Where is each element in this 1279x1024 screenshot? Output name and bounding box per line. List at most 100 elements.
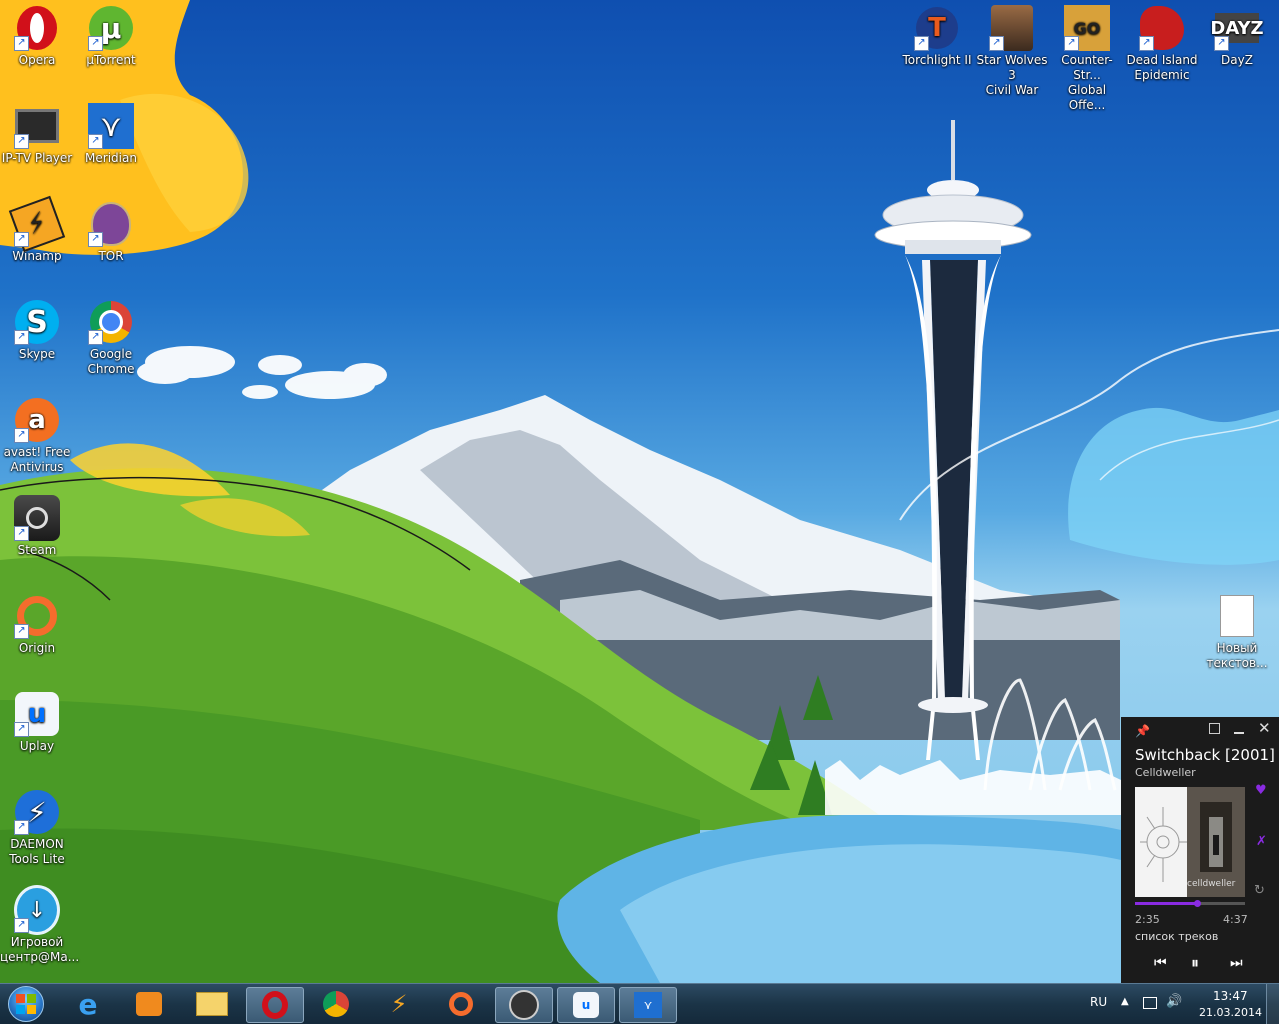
icon-opera[interactable]: ↗ Opera	[0, 5, 74, 68]
shortcut-arrow-icon: ↗	[14, 722, 29, 737]
icon-tor[interactable]: ↗ TOR	[74, 201, 148, 264]
shortcut-arrow-icon: ↗	[14, 526, 29, 541]
taskbar-button-origin[interactable]	[433, 987, 489, 1021]
icon-dead-island-image-icon: ↗	[1139, 5, 1185, 51]
icon-label: Dead Island Epidemic	[1126, 53, 1198, 82]
taskbar-button-winamp[interactable]: ⚡	[371, 987, 427, 1021]
icon-meridian[interactable]: ⋎ ↗ Meridian	[74, 103, 148, 166]
icon-new-text-image-icon	[1214, 593, 1260, 639]
icon-label: Star Wolves 3 Civil War	[976, 53, 1048, 97]
close-icon[interactable]: ✕	[1258, 719, 1271, 737]
network-icon[interactable]	[1143, 997, 1157, 1009]
shortcut-arrow-icon: ↗	[14, 820, 29, 835]
track-artist[interactable]: Celldweller	[1135, 766, 1196, 779]
track-title: Switchback [2001]	[1135, 746, 1275, 764]
chrome-icon	[323, 991, 349, 1017]
taskbar: e ⚡ u ⋎ RU ▲ 🔊 13:47 21.03.2014	[0, 983, 1279, 1024]
icon-uplay[interactable]: u ↗ Uplay	[0, 691, 74, 754]
icon-skype[interactable]: S ↗ Skype	[0, 299, 74, 362]
taskbar-button-uplay[interactable]: u	[557, 987, 615, 1023]
icon-label: µTorrent	[86, 53, 136, 67]
icon-opera-image-icon: ↗	[14, 5, 60, 51]
taskbar-button-steam[interactable]	[495, 987, 553, 1023]
icon-csgo[interactable]: GO ↗ Counter-Str... Global Offe...	[1050, 5, 1124, 113]
shortcut-arrow-icon: ↗	[1139, 36, 1154, 51]
desktop[interactable]: ↗ Opera µ ↗ µTorrent ↗ IP-TV Player ⋎ ↗ Meridian ⚡…	[0, 0, 1279, 983]
icon-utorrent-image-icon: µ ↗	[88, 5, 134, 51]
icon-label: Torchlight II	[902, 53, 972, 67]
origin-icon	[449, 992, 473, 1016]
icon-label: Opera	[18, 53, 56, 67]
ban-icon[interactable]: ✗	[1256, 834, 1267, 849]
shortcut-arrow-icon: ↗	[88, 232, 103, 247]
elapsed-time: 2:35	[1135, 913, 1160, 926]
icon-daemon-image-icon: ⚡ ↗	[14, 789, 60, 835]
icon-label: Origin	[18, 641, 56, 655]
icon-uplay-image-icon: u ↗	[14, 691, 60, 737]
progress-bar[interactable]	[1135, 900, 1245, 907]
shortcut-arrow-icon: ↗	[14, 428, 29, 443]
icon-avast[interactable]: a ↗ avast! Free Antivirus	[0, 397, 74, 475]
icon-new-text[interactable]: Новый текстов...	[1200, 593, 1274, 671]
shortcut-arrow-icon: ↗	[1064, 36, 1079, 51]
taskbar-button-meridian[interactable]: ⋎	[619, 987, 677, 1023]
icon-utorrent[interactable]: µ ↗ µTorrent	[74, 5, 148, 68]
shortcut-arrow-icon: ↗	[88, 330, 103, 345]
icon-star-wolves-image-icon: ↗	[989, 5, 1035, 51]
playlist-link[interactable]: список треков	[1135, 930, 1218, 943]
taskbar-button-opera[interactable]	[246, 987, 304, 1023]
icon-label: Meridian	[85, 151, 137, 165]
shortcut-arrow-icon: ↗	[14, 918, 29, 933]
icon-label: DayZ	[1221, 53, 1253, 67]
progress-fill	[1135, 902, 1197, 905]
shortcut-arrow-icon: ↗	[14, 232, 29, 247]
show-hidden-icons[interactable]: ▲	[1121, 996, 1129, 1007]
previous-icon[interactable]: ⏮	[1154, 955, 1167, 971]
album-art-text: celldweller	[1187, 879, 1236, 889]
clock-time[interactable]: 13:47	[1213, 989, 1248, 1003]
progress-knob[interactable]	[1193, 900, 1201, 907]
repeat-icon[interactable]: ↻	[1254, 883, 1265, 898]
icon-winamp[interactable]: ⚡ ↗ Winamp	[0, 195, 74, 264]
icon-dayz[interactable]: DAYZ ↗ DayZ	[1200, 5, 1274, 68]
show-desktop-button[interactable]	[1266, 984, 1279, 1024]
taskbar-button-internet-explorer[interactable]: e	[60, 987, 116, 1021]
taskbar-button-explorer-folder[interactable]	[184, 987, 240, 1021]
minimize-icon[interactable]	[1234, 732, 1244, 734]
icon-label: Uplay	[19, 739, 55, 753]
icon-skype-image-icon: S ↗	[14, 299, 60, 345]
icon-daemon[interactable]: ⚡ ↗ DAEMON Tools Lite	[0, 789, 74, 867]
icon-label: TOR	[98, 249, 124, 263]
icon-label: avast! Free Antivirus	[3, 445, 71, 474]
clock-date[interactable]: 21.03.2014	[1199, 1006, 1262, 1019]
icon-chrome[interactable]: ↗ Google Chrome	[74, 299, 148, 377]
icon-origin[interactable]: ↗ Origin	[0, 593, 74, 656]
icon-dead-island[interactable]: ↗ Dead Island Epidemic	[1125, 5, 1199, 83]
restore-icon[interactable]	[1209, 723, 1220, 734]
music-player-widget: 📌 ✕ Switchback [2001] Celldweller celldw…	[1121, 717, 1279, 983]
icon-dayz-image-icon: DAYZ ↗	[1210, 5, 1264, 51]
pin-icon[interactable]: 📌	[1135, 724, 1150, 738]
pause-icon[interactable]: ⏸	[1191, 953, 1199, 973]
icon-iptv[interactable]: ↗ IP-TV Player	[0, 103, 74, 166]
next-icon[interactable]: ⏭	[1230, 955, 1243, 971]
start-button[interactable]	[4, 984, 48, 1024]
taskbar-button-media-player[interactable]	[121, 987, 177, 1021]
love-icon[interactable]: ♥	[1255, 783, 1267, 798]
winamp-icon: ⚡	[390, 990, 408, 1018]
opera-icon	[262, 991, 288, 1019]
icon-csgo-image-icon: GO ↗	[1064, 5, 1110, 51]
media-player-icon	[136, 992, 162, 1016]
volume-icon[interactable]: 🔊	[1166, 994, 1182, 1009]
uplay-icon: u	[573, 992, 599, 1018]
shortcut-arrow-icon: ↗	[88, 134, 103, 149]
steam-icon	[509, 990, 539, 1020]
icon-label: Winamp	[12, 249, 62, 263]
language-indicator[interactable]: RU	[1090, 995, 1107, 1009]
taskbar-button-chrome[interactable]	[308, 987, 364, 1021]
icon-game-center[interactable]: ↓ ↗ Игровой центр@Ma...	[0, 885, 79, 965]
icon-torchlight[interactable]: T ↗ Torchlight II	[900, 5, 974, 68]
icon-steam[interactable]: ↗ Steam	[0, 495, 74, 558]
shortcut-arrow-icon: ↗	[14, 624, 29, 639]
icon-star-wolves[interactable]: ↗ Star Wolves 3 Civil War	[975, 5, 1049, 98]
